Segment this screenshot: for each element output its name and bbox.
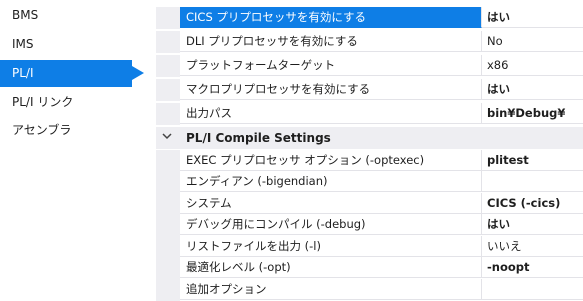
property-row-output-path[interactable]: 出力パス bin¥Debug¥ — [156, 103, 583, 125]
property-value[interactable] — [482, 279, 583, 300]
property-value[interactable]: はい — [482, 79, 583, 100]
property-name: 追加オプション — [180, 279, 482, 300]
property-row-macro-preprocessor[interactable]: マクロプリプロセッサを有効にする はい — [156, 79, 583, 101]
nav-item-label: アセンブラ — [12, 123, 72, 137]
nav-item-label: IMS — [12, 37, 34, 51]
property-name: エンディアン (-bigendian) — [180, 171, 482, 192]
row-gutter — [156, 7, 180, 29]
property-row-system[interactable]: システム CICS (-cics) — [156, 193, 583, 215]
property-grid: CICS プリプロセッサを有効にする はい DLI プリプロセッサを有効にする … — [156, 0, 583, 301]
row-gutter — [156, 257, 180, 279]
property-value[interactable]: はい — [482, 7, 583, 28]
property-value[interactable]: いいえ — [482, 236, 583, 257]
property-row-cics-preprocessor[interactable]: CICS プリプロセッサを有効にする はい — [156, 7, 583, 29]
nav-item-pli[interactable]: PL/I — [0, 60, 144, 87]
row-gutter — [156, 214, 180, 236]
nav-item-assembler[interactable]: アセンブラ — [0, 117, 152, 144]
property-row-optexec[interactable]: EXEC プリプロセッサ オプション (-optexec) plitest — [156, 150, 583, 172]
row-gutter — [156, 31, 180, 53]
property-row-listing-file[interactable]: リストファイルを出力 (-l) いいえ — [156, 236, 583, 258]
nav-item-pli-link[interactable]: PL/I リンク — [0, 89, 152, 116]
property-name: 出力パス — [180, 103, 482, 124]
property-value[interactable] — [482, 171, 583, 192]
row-gutter — [156, 193, 180, 215]
chevron-down-icon[interactable] — [162, 131, 172, 144]
row-gutter — [156, 171, 180, 193]
row-gutter — [156, 236, 180, 258]
property-name: システム — [180, 193, 482, 214]
property-value[interactable]: はい — [482, 214, 583, 235]
property-name: プラットフォームターゲット — [180, 55, 482, 76]
row-gutter — [156, 79, 180, 101]
category-label: PL/I Compile Settings — [186, 131, 331, 145]
property-value[interactable]: plitest — [482, 150, 583, 171]
nav-item-label: PL/I リンク — [12, 95, 74, 109]
nav-item-label: BMS — [12, 8, 39, 22]
property-row-debug[interactable]: デバッグ用にコンパイル (-debug) はい — [156, 214, 583, 236]
property-value[interactable]: x86 — [482, 55, 583, 76]
row-gutter — [156, 150, 180, 172]
category-nav: BMS IMS PL/I PL/I リンク アセンブラ — [0, 0, 152, 298]
row-gutter — [156, 103, 180, 125]
nav-item-label: PL/I — [12, 66, 34, 80]
property-value[interactable]: bin¥Debug¥ — [482, 103, 583, 124]
property-name: CICS プリプロセッサを有効にする — [180, 7, 482, 28]
nav-item-bms[interactable]: BMS — [0, 2, 152, 29]
property-name: EXEC プリプロセッサ オプション (-optexec) — [180, 150, 482, 171]
property-name: デバッグ用にコンパイル (-debug) — [180, 214, 482, 235]
property-value[interactable]: -noopt — [482, 257, 583, 278]
property-name: DLI プリプロセッサを有効にする — [180, 31, 482, 52]
property-row-bigendian[interactable]: エンディアン (-bigendian) — [156, 171, 583, 193]
property-name: マクロプリプロセッサを有効にする — [180, 79, 482, 100]
property-name: リストファイルを出力 (-l) — [180, 236, 482, 257]
category-header-pli-compile-settings[interactable]: PL/I Compile Settings — [156, 127, 583, 149]
property-name: 最適化レベル (-opt) — [180, 257, 482, 278]
row-gutter — [156, 55, 180, 77]
property-row-optimization-level[interactable]: 最適化レベル (-opt) -noopt — [156, 257, 583, 279]
property-row-platform-target[interactable]: プラットフォームターゲット x86 — [156, 55, 583, 77]
property-value[interactable]: CICS (-cics) — [482, 193, 583, 214]
property-row-dli-preprocessor[interactable]: DLI プリプロセッサを有効にする No — [156, 31, 583, 53]
nav-item-ims[interactable]: IMS — [0, 31, 152, 58]
property-value[interactable]: No — [482, 31, 583, 52]
